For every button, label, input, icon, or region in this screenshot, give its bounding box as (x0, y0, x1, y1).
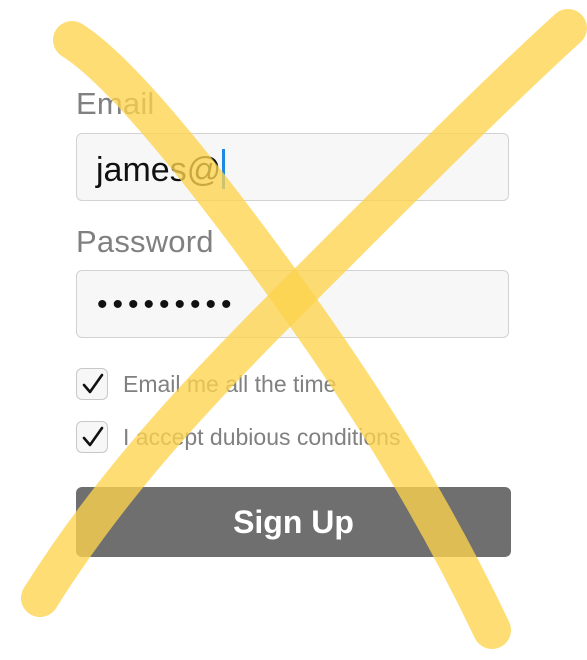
password-field[interactable]: ••••••••• (76, 270, 509, 338)
signup-page: Email james@ Password ••••••••• Email me… (0, 0, 587, 660)
checkbox-row-accept-conditions: I accept dubious conditions (76, 420, 400, 454)
email-label: Email (76, 86, 155, 121)
email-field[interactable]: james@ (76, 133, 509, 201)
password-label: Password (76, 224, 214, 259)
text-caret (222, 149, 226, 189)
password-masked-value: ••••••••• (97, 288, 237, 321)
checkmark-icon (82, 373, 104, 394)
email-me-label: Email me all the time (123, 371, 337, 397)
accept-conditions-label: I accept dubious conditions (123, 424, 401, 450)
checkmark-icon (82, 426, 104, 447)
accept-conditions-checkbox[interactable] (76, 421, 108, 453)
email-me-checkbox[interactable] (76, 368, 108, 400)
email-input-value: james@ (96, 149, 226, 189)
sign-up-button[interactable]: Sign Up (76, 487, 511, 557)
email-typed-text: james@ (96, 151, 222, 189)
checkbox-row-email-me: Email me all the time (76, 367, 336, 401)
